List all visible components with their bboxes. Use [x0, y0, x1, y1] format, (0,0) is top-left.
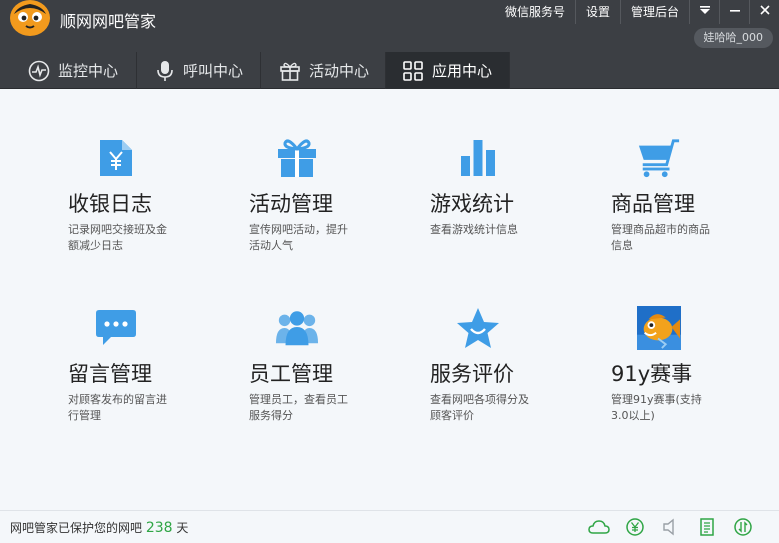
- tab-apps-label: 应用中心: [432, 62, 493, 80]
- app-card-activity-management[interactable]: 活动管理 宣传网吧活动，提升活动人气: [249, 136, 419, 286]
- app-card-game-stats[interactable]: 游戏统计 查看游戏统计信息: [430, 136, 600, 286]
- close-icon: [759, 5, 770, 15]
- cloud-icon: [588, 520, 610, 534]
- people-icon: [275, 306, 319, 350]
- minimize-button[interactable]: [719, 0, 749, 24]
- tab-monitor[interactable]: 监控中心: [0, 52, 137, 89]
- app-description: 管理员工，查看员工服务得分: [249, 393, 348, 422]
- status-prefix: 网吧管家已保护您的网吧: [10, 521, 143, 535]
- status-suffix: 天: [176, 521, 189, 535]
- sync-icon: [734, 518, 752, 536]
- cloud-button[interactable]: [581, 516, 617, 538]
- tab-activity-label: 活动中心: [309, 62, 370, 80]
- app-title: 活动管理: [249, 192, 333, 216]
- admin-backend-link[interactable]: 管理后台: [619, 0, 689, 24]
- app-card-message-management[interactable]: 留言管理 对顾客发布的留言进行管理: [68, 306, 238, 456]
- sound-button[interactable]: [653, 516, 689, 538]
- app-card-product-management[interactable]: 商品管理 管理商品超市的商品信息: [611, 136, 779, 286]
- app-description: 查看游戏统计信息: [430, 223, 518, 236]
- app-logo-icon: [10, 0, 50, 36]
- title-bar: 顺网网吧管家 微信服务号 设置 管理后台 娃哈哈_000: [0, 0, 779, 52]
- app-title: 游戏统计: [430, 192, 514, 216]
- monitor-icon: [28, 60, 50, 81]
- yen-circle-icon: [626, 518, 644, 536]
- wechat-service-link[interactable]: 微信服务号: [495, 0, 575, 24]
- status-bar: 网吧管家已保护您的网吧 238 天: [0, 510, 779, 543]
- fish-mascot-icon: [637, 306, 681, 350]
- app-description: 管理91y赛事(支持3.0以上): [611, 393, 702, 422]
- protected-days-count: 238: [145, 520, 173, 536]
- chat-bubble-icon: [94, 306, 138, 350]
- sync-button[interactable]: [725, 516, 761, 538]
- app-title: 员工管理: [249, 362, 333, 386]
- microphone-icon: [157, 60, 173, 81]
- grid-icon: [403, 60, 423, 81]
- star-icon: [456, 306, 500, 350]
- yen-button[interactable]: [617, 516, 653, 538]
- menu-caret-icon: [699, 6, 710, 14]
- top-links: 微信服务号 设置 管理后台: [495, 0, 779, 24]
- tab-monitor-label: 监控中心: [58, 62, 119, 80]
- document-list-icon: [700, 518, 714, 536]
- menu-dropdown-button[interactable]: [689, 0, 719, 24]
- receipt-yen-icon: [94, 136, 138, 180]
- notes-button[interactable]: [689, 516, 725, 538]
- settings-link[interactable]: 设置: [574, 0, 620, 24]
- app-description: 对顾客发布的留言进行管理: [68, 393, 167, 422]
- gift-icon: [280, 62, 300, 81]
- speaker-icon: [663, 518, 674, 536]
- tab-call[interactable]: 呼叫中心: [137, 52, 261, 89]
- tab-bar: 监控中心 呼叫中心 活动中心 应用中心: [0, 52, 779, 89]
- shopping-cart-icon: [637, 136, 681, 180]
- user-name-chip[interactable]: 娃哈哈_000: [693, 28, 773, 48]
- tab-call-label: 呼叫中心: [183, 62, 244, 80]
- minimize-icon: [729, 10, 740, 12]
- bar-chart-icon: [456, 136, 500, 180]
- protection-status: 网吧管家已保护您的网吧 238 天: [10, 519, 188, 536]
- app-title: 商品管理: [611, 192, 695, 216]
- close-button[interactable]: [749, 0, 779, 24]
- app-title: 留言管理: [68, 362, 152, 386]
- tab-activity[interactable]: 活动中心: [261, 52, 386, 89]
- app-description: 记录网吧交接班及金额减少日志: [68, 223, 167, 252]
- app-title: 服务评价: [430, 362, 514, 386]
- app-title: 收银日志: [68, 192, 152, 216]
- status-icons: [581, 516, 761, 538]
- app-card-cashier-log[interactable]: 收银日志 记录网吧交接班及金额减少日志: [68, 136, 238, 286]
- app-card-staff-management[interactable]: 员工管理 管理员工，查看员工服务得分: [249, 306, 419, 456]
- app-description: 查看网吧各项得分及顾客评价: [430, 393, 529, 422]
- gift-box-icon: [275, 136, 319, 180]
- tab-apps[interactable]: 应用中心: [386, 52, 510, 89]
- app-description: 宣传网吧活动，提升活动人气: [249, 223, 348, 252]
- app-grid: 收银日志 记录网吧交接班及金额减少日志 活动管理 宣传网吧活动，提升活动人气 游…: [0, 90, 779, 510]
- app-title: 91y赛事: [611, 362, 693, 386]
- app-description: 管理商品超市的商品信息: [611, 223, 710, 252]
- app-card-91y-events[interactable]: 91y赛事 管理91y赛事(支持3.0以上): [611, 306, 779, 456]
- app-title: 顺网网吧管家: [60, 12, 157, 31]
- app-card-service-rating[interactable]: 服务评价 查看网吧各项得分及顾客评价: [430, 306, 600, 456]
